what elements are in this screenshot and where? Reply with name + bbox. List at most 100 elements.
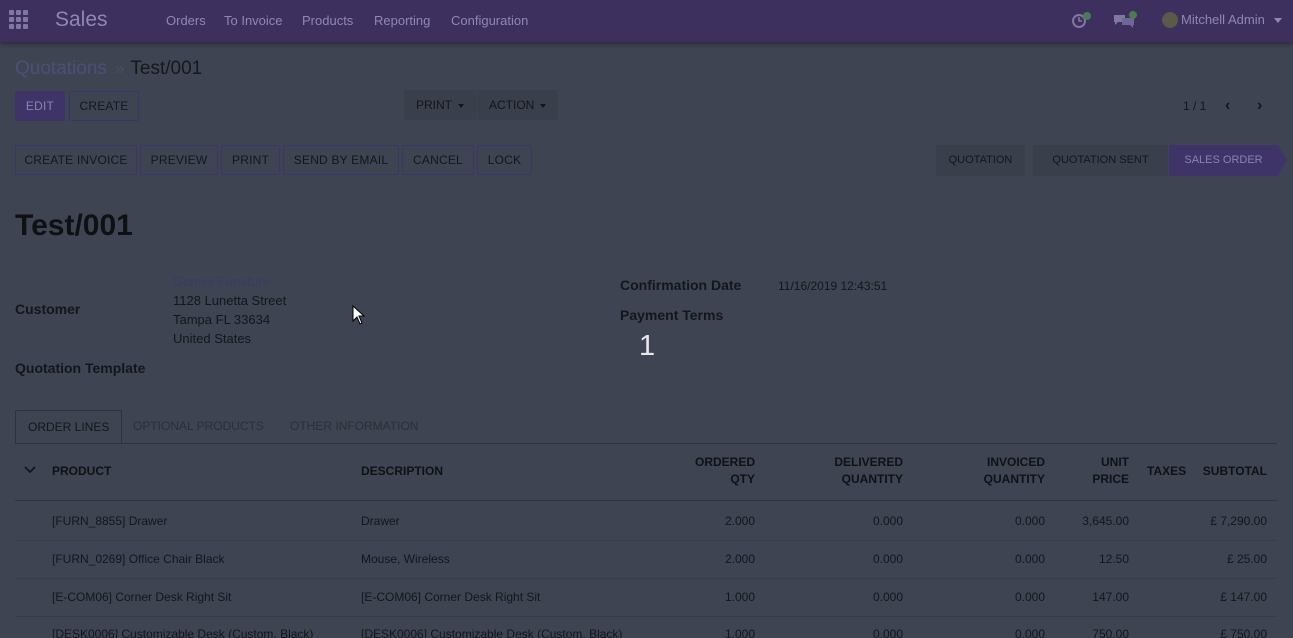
print-dropdown-label: PRINT (416, 98, 452, 112)
print-dropdown[interactable]: PRINT (404, 90, 476, 120)
row3-ordered[interactable]: 1.000 (655, 590, 755, 604)
breadcrumb-separator-icon: » (114, 59, 125, 78)
edit-button[interactable]: EDIT (15, 91, 65, 121)
header-description[interactable]: DESCRIPTION (361, 463, 443, 480)
row2-product[interactable]: [FURN_0269] Office Chair Black (52, 552, 225, 566)
create-button[interactable]: CREATE (69, 91, 139, 121)
apps-grid-icon[interactable] (9, 10, 29, 30)
send-by-email-button[interactable]: SEND BY EMAIL (283, 145, 399, 175)
row2-description[interactable]: Mouse, Wireless (361, 552, 450, 566)
quotation-template-label: Quotation Template (15, 360, 146, 376)
cancel-button[interactable]: CANCEL (402, 145, 474, 175)
create-invoice-button[interactable]: CREATE INVOICE (15, 145, 137, 175)
header-ordered-qty[interactable]: ORDERED QTY (655, 454, 755, 488)
header-unit-price[interactable]: UNIT PRICE (1059, 454, 1129, 488)
app-name[interactable]: Sales (55, 8, 108, 32)
row3-unit-price[interactable]: 147.00 (1049, 590, 1129, 604)
row4-product[interactable]: [DESK0006] Customizable Desk (Custom, Bl… (52, 627, 313, 638)
row4-unit-price[interactable]: 750.00 (1049, 627, 1129, 638)
tab-divider (15, 443, 1277, 444)
caret-down-icon (458, 103, 464, 108)
tab-other-information[interactable]: OTHER INFORMATION (278, 410, 430, 444)
header-invoiced-quantity[interactable]: INVOICED QUANTITY (925, 454, 1045, 488)
user-menu[interactable]: Mitchell Admin (1181, 12, 1265, 27)
row1-unit-price[interactable]: 3,645.00 (1049, 514, 1129, 528)
mouse-pointer-icon (352, 305, 366, 325)
tab-order-lines[interactable]: ORDER LINES (15, 410, 123, 444)
header-invoiced-line2: QUANTITY (983, 472, 1045, 486)
row1-description[interactable]: Drawer (361, 514, 400, 528)
row-divider (15, 540, 1277, 541)
header-unit-line2: PRICE (1092, 472, 1129, 486)
menu-orders[interactable]: Orders (166, 13, 206, 28)
breadcrumb-quotations[interactable]: Quotations (15, 58, 107, 79)
row1-product[interactable]: [FURN_8855] Drawer (52, 514, 167, 528)
header-delivered-line1: DELIVERED (834, 455, 903, 469)
row3-delivered[interactable]: 0.000 (783, 590, 903, 604)
row2-delivered[interactable]: 0.000 (783, 552, 903, 566)
customer-city: Tampa FL 33634 (173, 312, 271, 327)
row4-invoiced[interactable]: 0.000 (925, 627, 1045, 638)
pager-value[interactable]: 1 / 1 (1183, 99, 1206, 113)
customer-country: United States (173, 331, 252, 346)
row-divider (15, 578, 1277, 579)
menu-configuration[interactable]: Configuration (451, 13, 528, 28)
top-navbar: Sales Orders To Invoice Products Reporti… (0, 0, 1293, 42)
row2-subtotal[interactable]: £ 25.00 (1167, 552, 1267, 566)
user-caret-icon[interactable] (1274, 18, 1282, 23)
row2-invoiced[interactable]: 0.000 (925, 552, 1045, 566)
menu-to-invoice[interactable]: To Invoice (224, 13, 283, 28)
row1-ordered[interactable]: 2.000 (655, 514, 755, 528)
activity-clock-icon[interactable] (1071, 11, 1093, 29)
tour-step-number: 1 (639, 330, 656, 362)
header-subtotal[interactable]: SUBTOTAL (1187, 463, 1267, 480)
row3-subtotal[interactable]: £ 147.00 (1167, 590, 1267, 604)
discuss-chat-icon[interactable] (1112, 11, 1138, 29)
customer-name-link[interactable]: Gemini Furniture (173, 274, 270, 289)
header-delivered-line2: QUANTITY (841, 472, 903, 486)
row3-product[interactable]: [E-COM06] Corner Desk Right Sit (52, 590, 231, 604)
row1-delivered[interactable]: 0.000 (783, 514, 903, 528)
action-dropdown-label: ACTION (489, 98, 535, 112)
row4-delivered[interactable]: 0.000 (783, 627, 903, 638)
header-ordered-line2: QTY (730, 472, 755, 486)
lock-button[interactable]: LOCK (477, 145, 532, 175)
header-product[interactable]: PRODUCT (52, 463, 111, 480)
status-quotation-sent[interactable]: QUOTATION SENT (1033, 145, 1168, 176)
row3-invoiced[interactable]: 0.000 (925, 590, 1045, 604)
row2-unit-price[interactable]: 12.50 (1049, 552, 1129, 566)
tab-optional-products[interactable]: OPTIONAL PRODUCTS (121, 410, 276, 444)
header-unit-line1: UNIT (1101, 455, 1129, 469)
breadcrumb-current: Test/001 (130, 58, 203, 79)
pager-next-icon[interactable]: › (1257, 97, 1262, 115)
row2-ordered[interactable]: 2.000 (655, 552, 755, 566)
avatar[interactable] (1162, 12, 1178, 28)
row4-ordered[interactable]: 1.000 (655, 627, 755, 638)
status-sales-order[interactable]: SALES ORDER (1169, 145, 1278, 176)
row3-description[interactable]: [E-COM06] Corner Desk Right Sit (361, 590, 540, 604)
action-dropdown[interactable]: ACTION (477, 90, 559, 120)
status-quotation[interactable]: QUOTATION (936, 145, 1025, 176)
header-taxes[interactable]: TAXES (1147, 463, 1186, 480)
confirmation-date-value: 11/16/2019 12:43:51 (778, 279, 888, 293)
row1-invoiced[interactable]: 0.000 (925, 514, 1045, 528)
row4-description[interactable]: [DESK0006] Customizable Desk (Custom, Bl… (361, 627, 622, 638)
row1-subtotal[interactable]: £ 7,290.00 (1167, 514, 1267, 528)
customer-label: Customer (15, 301, 81, 317)
status-arrow-icon (1278, 145, 1287, 175)
menu-products[interactable]: Products (302, 13, 353, 28)
record-title: Test/001 (15, 209, 133, 242)
print-button[interactable]: PRINT (221, 145, 280, 175)
pager-previous-icon[interactable]: ‹ (1225, 97, 1230, 115)
collapse-chevron-icon[interactable] (24, 466, 36, 474)
row-divider (15, 616, 1277, 617)
menu-reporting[interactable]: Reporting (374, 13, 430, 28)
table-header-divider (15, 500, 1277, 501)
preview-button[interactable]: PREVIEW (140, 145, 218, 175)
header-ordered-line1: ORDERED (694, 455, 755, 469)
breadcrumb: Quotations » Test/001 (15, 58, 202, 80)
confirmation-date-label: Confirmation Date (620, 277, 742, 293)
customer-street: 1128 Lunetta Street (173, 293, 287, 308)
row4-subtotal[interactable]: £ 750.00 (1167, 627, 1267, 638)
header-delivered-quantity[interactable]: DELIVERED QUANTITY (783, 454, 903, 488)
